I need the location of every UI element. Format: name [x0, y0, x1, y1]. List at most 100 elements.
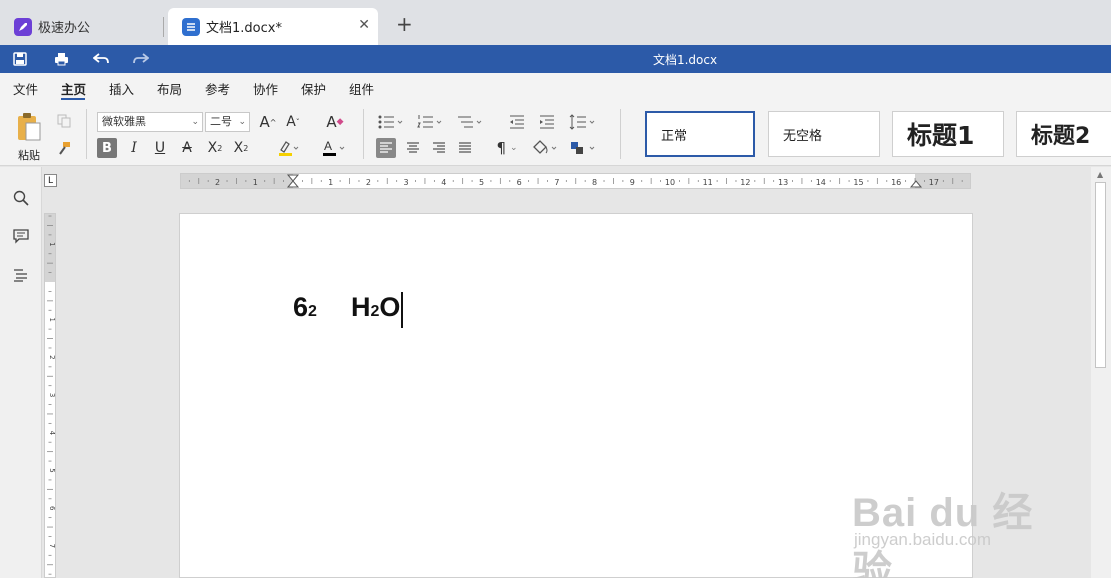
- shading-icon[interactable]: [530, 138, 560, 158]
- document-icon: [182, 17, 200, 36]
- font-family-dropdown[interactable]: 微软雅黑 ⌄: [97, 112, 203, 132]
- document-text[interactable]: 62 H2O: [293, 292, 404, 328]
- watermark-logo: Bai du 经验: [852, 491, 1034, 578]
- bullet-list-icon[interactable]: [377, 112, 405, 132]
- copy-icon[interactable]: [55, 112, 73, 130]
- style-no-spacing-label: 无空格: [783, 128, 823, 144]
- ruler-number: 11: [703, 178, 713, 187]
- align-right-icon[interactable]: [429, 138, 449, 158]
- menu-layout[interactable]: 布局: [157, 79, 182, 98]
- font-size-dropdown[interactable]: 二号 ⌄: [205, 112, 250, 132]
- grow-font-icon[interactable]: A ^: [258, 112, 278, 132]
- ribbon-toolbar: 粘贴 微软雅黑 ⌄ 二号 ⌄ A ^ Aˇ A ◆ B I U A X2 X2 A: [0, 101, 1111, 166]
- new-tab-button[interactable]: +: [396, 12, 413, 36]
- menu-collaborate[interactable]: 协作: [253, 79, 278, 98]
- menu-components[interactable]: 组件: [349, 79, 374, 98]
- align-left-icon[interactable]: [376, 138, 396, 158]
- ruler-number: 1: [48, 317, 55, 321]
- ruler-number: 14: [816, 178, 826, 187]
- rocket-icon: [14, 17, 32, 36]
- text-h: H: [350, 292, 371, 322]
- ruler-number: 10: [665, 178, 675, 187]
- tab-document[interactable]: 文档1.docx* ✕: [168, 8, 378, 45]
- tab-separator: [163, 17, 164, 37]
- menu-protect[interactable]: 保护: [301, 79, 326, 98]
- style-normal[interactable]: 正常: [645, 111, 755, 157]
- ruler-number: 2: [215, 178, 220, 187]
- ruler-number: 3: [48, 393, 55, 397]
- justify-icon[interactable]: [455, 138, 475, 158]
- vertical-ruler-marks: 1 1 2 3 4 5 6 7: [45, 214, 56, 575]
- ribbon-separator: [620, 109, 621, 159]
- ruler-number: 5: [48, 468, 55, 472]
- menu-insert[interactable]: 插入: [109, 79, 134, 98]
- tab-document-label: 文档1.docx*: [206, 21, 282, 36]
- paragraph-marks-icon[interactable]: ¶ ⌄: [492, 138, 522, 158]
- left-sidebar: [0, 167, 42, 578]
- menu-file[interactable]: 文件: [13, 79, 38, 98]
- paste-button[interactable]: [13, 111, 45, 143]
- ruler-number: 12: [740, 178, 750, 187]
- align-center-icon[interactable]: [403, 138, 423, 158]
- tab-bar: 极速办公 文档1.docx* ✕ +: [0, 0, 1111, 45]
- style-heading2[interactable]: 标题2: [1016, 111, 1111, 157]
- font-size-value: 二号: [210, 115, 232, 128]
- ruler-number: 3: [404, 178, 409, 187]
- vertical-ruler[interactable]: 1 1 2 3 4 5 6 7: [44, 213, 56, 578]
- ruler-number: 13: [778, 178, 788, 187]
- comment-icon[interactable]: [12, 227, 30, 245]
- format-painter-icon[interactable]: [55, 139, 73, 157]
- numbered-list-icon[interactable]: [416, 112, 444, 132]
- style-heading1[interactable]: 标题1: [892, 111, 1004, 157]
- vertical-scrollbar[interactable]: ▲: [1091, 167, 1111, 578]
- search-icon[interactable]: [12, 189, 30, 207]
- ruler-tab-selector[interactable]: L: [44, 174, 57, 187]
- clear-format-icon[interactable]: A ◆: [325, 112, 345, 132]
- scrollbar-thumb[interactable]: [1095, 182, 1106, 368]
- italic-icon[interactable]: I: [124, 138, 144, 158]
- svg-text:A: A: [324, 139, 332, 153]
- tab-close-icon[interactable]: ✕: [358, 17, 370, 33]
- subscript-icon[interactable]: X2: [230, 138, 252, 158]
- ruler-number: 15: [853, 178, 863, 187]
- superscript-icon[interactable]: X2: [204, 138, 226, 158]
- style-heading2-label: 标题2: [1031, 124, 1091, 149]
- menu-home[interactable]: 主页: [61, 79, 86, 98]
- increase-indent-icon[interactable]: [538, 112, 556, 132]
- menu-bar: 文件 主页 插入 布局 参考 协作 保护 组件: [0, 73, 1111, 101]
- chevron-down-icon: ⌄: [191, 117, 199, 127]
- ruler-number: 4: [48, 431, 55, 436]
- bold-icon[interactable]: B: [97, 138, 117, 158]
- chevron-down-icon: ⌄: [238, 117, 246, 127]
- line-spacing-icon[interactable]: [568, 112, 598, 132]
- borders-icon[interactable]: [568, 138, 598, 158]
- style-no-spacing[interactable]: 无空格: [768, 111, 880, 157]
- text-cursor: [401, 292, 404, 328]
- ruler-number: 6: [48, 506, 55, 511]
- horizontal-ruler[interactable]: 2 1 1 2 3 4 5 6 7 8 9 10 11 12 13 14 15 16 17: [180, 173, 971, 189]
- strikethrough-icon[interactable]: A: [177, 138, 197, 158]
- font-color-icon[interactable]: A: [320, 138, 348, 158]
- navigation-icon[interactable]: [12, 266, 30, 284]
- watermark: Bai du 经验 jingyan.baidu.com: [852, 460, 1062, 578]
- document-title: 文档1.docx: [652, 53, 718, 67]
- decrease-indent-icon[interactable]: [508, 112, 526, 132]
- multilevel-list-icon[interactable]: [456, 112, 484, 132]
- ruler-number: 17: [929, 178, 939, 187]
- paste-label: 粘贴: [18, 149, 40, 162]
- ruler-number: 16: [891, 178, 901, 187]
- tab-home-label: 极速办公: [38, 21, 91, 36]
- menu-references[interactable]: 参考: [205, 79, 230, 98]
- ruler-number: 6: [517, 178, 522, 187]
- active-menu-indicator: [61, 98, 85, 100]
- scroll-up-icon[interactable]: ▲: [1097, 170, 1103, 179]
- ruler-number: 1: [253, 178, 258, 187]
- watermark-url: jingyan.baidu.com: [854, 530, 992, 549]
- underline-icon[interactable]: U: [150, 138, 170, 158]
- ruler-number: 2: [366, 178, 371, 187]
- shrink-font-icon[interactable]: Aˇ: [283, 112, 303, 132]
- tab-home[interactable]: 极速办公: [0, 8, 162, 45]
- highlight-color-icon[interactable]: [274, 138, 302, 158]
- ruler-number: 1: [328, 178, 333, 187]
- app-window: 极速办公 文档1.docx* ✕ + 文档1.docx 文件 主页 插入 布局 …: [0, 0, 1111, 578]
